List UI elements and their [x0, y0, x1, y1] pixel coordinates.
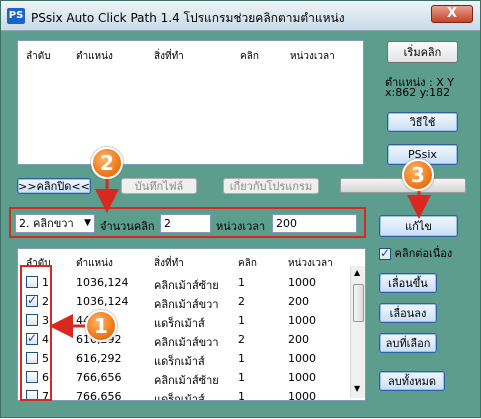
annotation-badge-1: 1	[85, 310, 117, 342]
annotation-badge-3: 3	[402, 159, 434, 191]
app-window: PS PSsix Auto Click Path 1.4 โปรแกรมช่วย…	[0, 0, 481, 418]
annotation-arrows	[49, 175, 431, 338]
annotation-badge-2: 2	[91, 147, 123, 179]
